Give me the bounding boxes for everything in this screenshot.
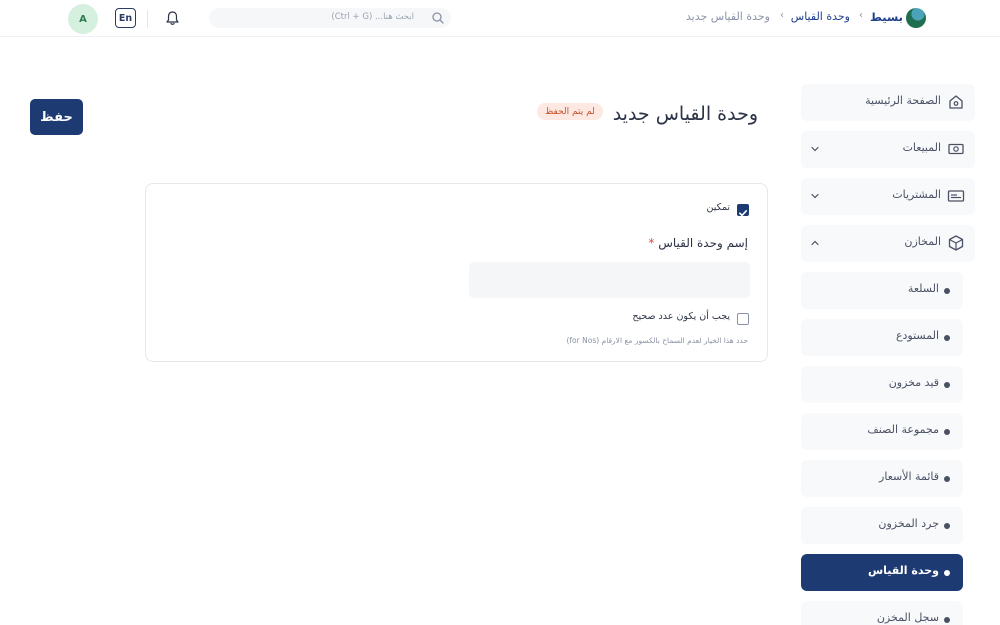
breadcrumb-separator: ‹ bbox=[780, 10, 784, 21]
search-input[interactable]: ابحث هنا... (Ctrl + G) bbox=[209, 8, 451, 28]
sidebar-item-purchases[interactable]: المشتريات bbox=[801, 178, 975, 215]
must-be-whole-number-checkbox[interactable] bbox=[737, 313, 749, 325]
bullet-dot-icon bbox=[944, 523, 950, 529]
home-icon bbox=[949, 95, 963, 109]
chevron-down-icon bbox=[811, 146, 819, 152]
box-icon bbox=[948, 235, 964, 251]
bullet-dot-icon bbox=[944, 429, 950, 435]
must-be-whole-number-label: يجب أن يكون عدد صحيح bbox=[632, 311, 730, 322]
page-title: وحدة القياس جديد bbox=[612, 103, 758, 125]
bullet-dot-icon bbox=[944, 570, 950, 576]
uom-name-input[interactable] bbox=[469, 262, 750, 298]
uom-name-label-text: إسم وحدة القياس bbox=[658, 236, 748, 250]
sidebar-subitem-warehouse[interactable]: المستودع bbox=[801, 319, 963, 356]
save-button[interactable]: حفظ bbox=[30, 99, 83, 135]
sidebar-item-inventory[interactable]: المخازن bbox=[801, 225, 975, 262]
sidebar-item-label: المستودع bbox=[895, 329, 939, 342]
sidebar-item-label: سجل المخزن bbox=[876, 611, 939, 624]
divider bbox=[147, 10, 148, 28]
bullet-dot-icon bbox=[944, 335, 950, 341]
sidebar-item-label: وحدة القياس bbox=[867, 564, 939, 577]
top-bar: بسيط ‹ وحدة القياس ‹ وحدة القياس جديد اب… bbox=[0, 0, 1000, 37]
must-be-whole-number-help: حدد هذا الخيار لعدم السماح بالكسور مع ال… bbox=[566, 336, 748, 345]
language-toggle-button[interactable]: En bbox=[115, 8, 136, 28]
status-badge: لم يتم الحفظ bbox=[537, 103, 603, 120]
sidebar-subitem-item-group[interactable]: مجموعة الصنف bbox=[801, 413, 963, 450]
bullet-dot-icon bbox=[944, 617, 950, 623]
required-mark: * bbox=[648, 236, 655, 250]
bell-icon[interactable] bbox=[165, 10, 180, 26]
sidebar-subitem-stock-ledger[interactable]: سجل المخزن bbox=[801, 601, 963, 625]
sidebar-item-home[interactable]: الصفحة الرئيسية bbox=[801, 84, 975, 121]
sidebar-subitem-item[interactable]: السلعة bbox=[801, 272, 963, 309]
sidebar-item-label: السلعة bbox=[907, 282, 939, 295]
chevron-down-icon bbox=[811, 193, 819, 199]
enable-label: تمكين bbox=[706, 202, 730, 213]
sidebar-item-label: المبيعات bbox=[902, 141, 941, 154]
sidebar-item-label: قائمة الأسعار bbox=[879, 470, 939, 483]
bullet-dot-icon bbox=[944, 382, 950, 388]
search-icon bbox=[432, 12, 444, 24]
sidebar-item-label: جرد المخزون bbox=[878, 517, 939, 530]
sidebar-item-sales[interactable]: المبيعات bbox=[801, 131, 975, 168]
sidebar-item-label: قيد مخزون bbox=[888, 376, 939, 389]
sidebar-item-label: الصفحة الرئيسية bbox=[865, 94, 941, 107]
brand-logo-icon[interactable] bbox=[906, 8, 926, 28]
sidebar-subitem-stock-entry[interactable]: قيد مخزون bbox=[801, 366, 963, 403]
sidebar-item-label: المخازن bbox=[904, 235, 941, 248]
sidebar-subitem-stock-count[interactable]: جرد المخزون bbox=[801, 507, 963, 544]
sidebar-item-label: المشتريات bbox=[892, 188, 941, 201]
ticket-icon bbox=[947, 190, 965, 202]
form-card: تمكين إسم وحدة القياس * يجب أن يكون عدد … bbox=[145, 183, 768, 362]
bullet-dot-icon bbox=[944, 476, 950, 482]
brand-name[interactable]: بسيط bbox=[870, 10, 903, 24]
check-icon bbox=[738, 209, 748, 217]
breadcrumb-item-current: وحدة القياس جديد bbox=[685, 10, 770, 23]
avatar[interactable]: A bbox=[68, 4, 98, 34]
search-placeholder: ابحث هنا... (Ctrl + G) bbox=[331, 12, 414, 22]
enable-checkbox[interactable] bbox=[737, 204, 749, 217]
uom-name-label: إسم وحدة القياس * bbox=[648, 236, 748, 250]
sidebar-subitem-uom[interactable]: وحدة القياس bbox=[801, 554, 963, 591]
bullet-dot-icon bbox=[944, 288, 950, 294]
breadcrumb-item-uom[interactable]: وحدة القياس bbox=[791, 10, 850, 23]
sidebar-subitem-price-list[interactable]: قائمة الأسعار bbox=[801, 460, 963, 497]
breadcrumb-separator: ‹ bbox=[859, 10, 863, 21]
sidebar-item-label: مجموعة الصنف bbox=[867, 423, 939, 436]
chevron-up-icon bbox=[811, 240, 819, 246]
cash-icon bbox=[948, 143, 964, 155]
